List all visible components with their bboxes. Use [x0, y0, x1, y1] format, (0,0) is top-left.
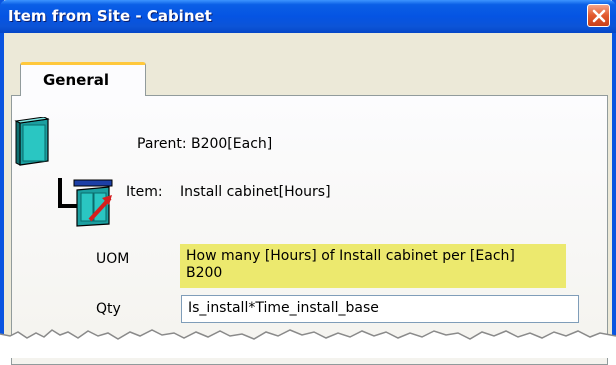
uom-label: UOM [96, 251, 130, 267]
install-cabinet-icon [72, 178, 116, 232]
window-title: Item from Site - Cabinet [8, 7, 212, 25]
item-label: Item: [126, 184, 163, 200]
item-value: Install cabinet[Hours] [180, 184, 331, 200]
uom-description: How many [Hours] of Install cabinet per … [180, 244, 566, 288]
title-bar[interactable]: Item from Site - Cabinet [0, 0, 616, 33]
close-button[interactable] [587, 4, 610, 27]
uom-description-line1: How many [Hours] of Install cabinet per … [186, 248, 515, 264]
uom-description-line2: B200 [186, 265, 223, 281]
cabinet-icon [14, 116, 52, 171]
tab-general-label: General [43, 71, 109, 89]
parent-label: Parent: B200[Each] [137, 136, 273, 152]
tab-general[interactable]: General [20, 62, 146, 96]
close-icon [592, 9, 606, 23]
torn-edge-decoration [0, 329, 616, 358]
qty-label: Qty [96, 301, 121, 317]
